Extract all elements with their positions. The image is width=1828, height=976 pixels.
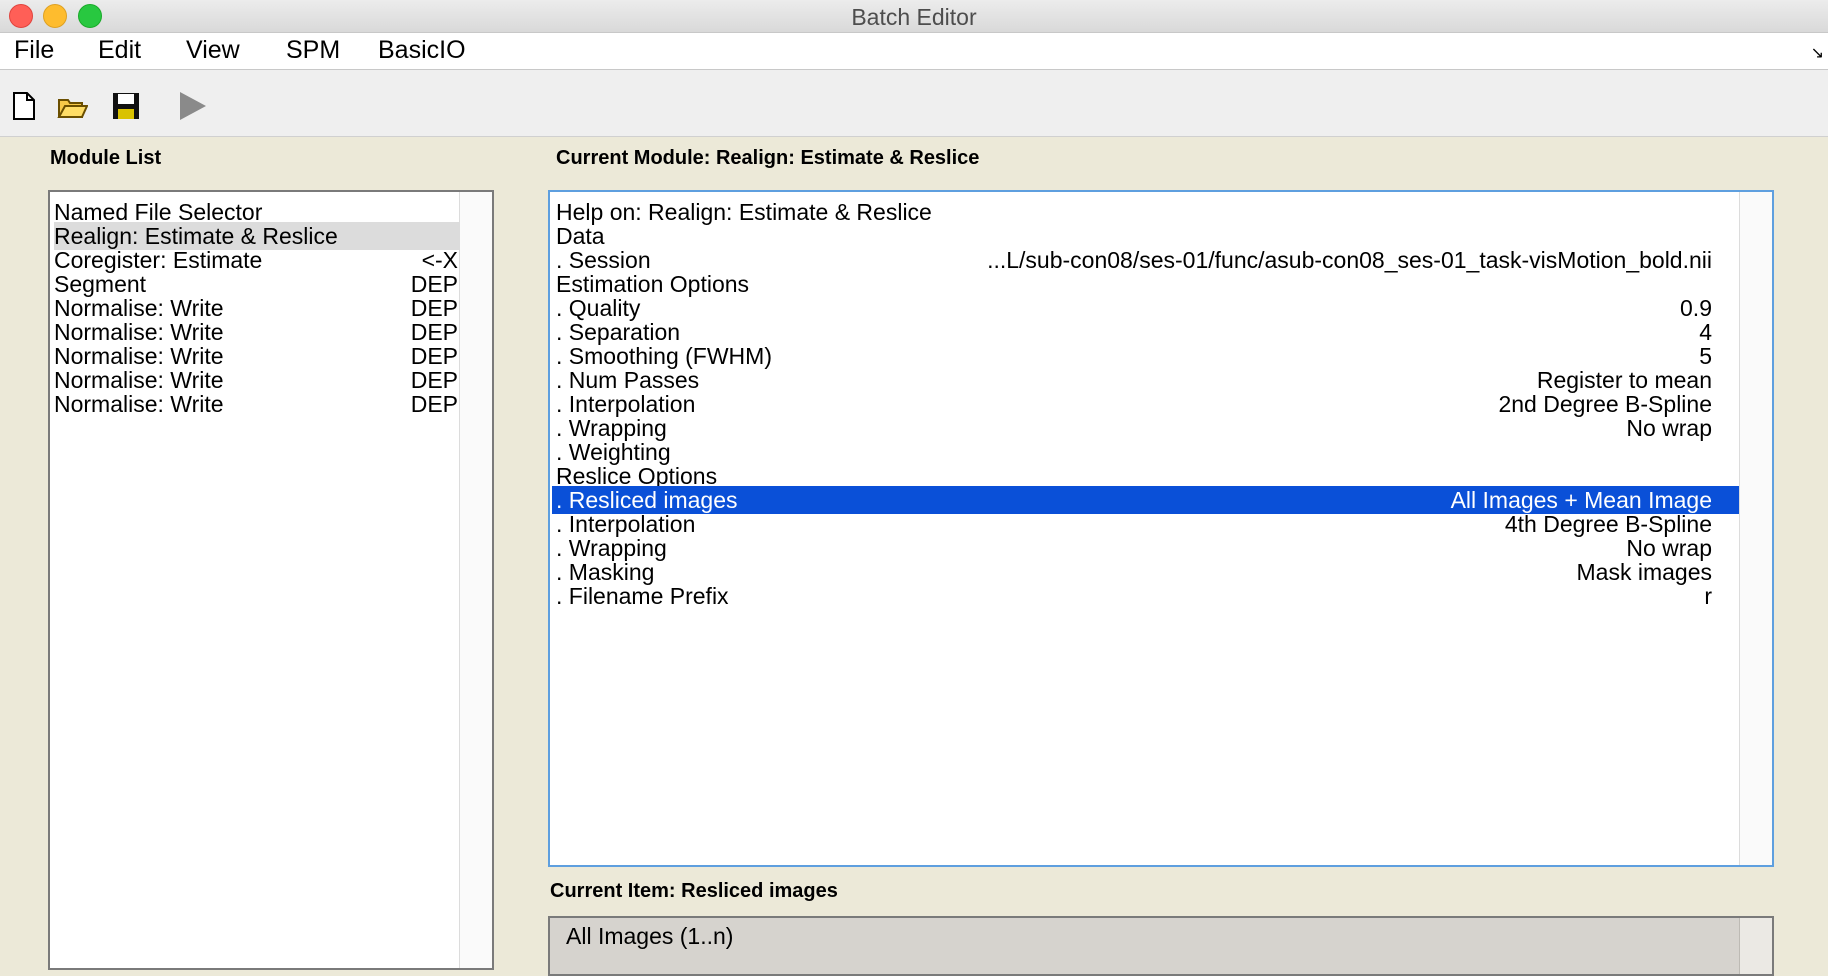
module-list-scrollbar[interactable]	[459, 192, 492, 968]
open-folder-icon[interactable]	[56, 90, 88, 122]
menu-file[interactable]: File	[14, 36, 54, 65]
module-list-label: Module List	[50, 147, 162, 169]
module-setting-row[interactable]: . Filename Prefix r	[552, 582, 1740, 610]
setting-value: r	[1704, 583, 1712, 609]
current-item-panel[interactable]: All Images (1..n)	[548, 916, 1774, 976]
menu-spm[interactable]: SPM	[286, 36, 340, 65]
title-bar: Batch Editor	[0, 0, 1828, 33]
menu-view[interactable]: View	[186, 36, 240, 65]
setting-label: . Filename Prefix	[556, 583, 729, 609]
module-status: DEP	[410, 391, 458, 417]
menu-basicio[interactable]: BasicIO	[378, 36, 466, 65]
module-list[interactable]: Named File Selector Realign: Estimate & R…	[48, 190, 494, 970]
current-item-option[interactable]: All Images (1..n)	[566, 922, 733, 950]
menu-bar: File Edit View SPM BasicIO ↘	[0, 33, 1828, 70]
new-file-icon[interactable]	[8, 90, 40, 122]
module-name: Normalise: Write	[54, 391, 224, 417]
menu-edit[interactable]: Edit	[98, 36, 141, 65]
run-icon[interactable]	[176, 90, 208, 122]
current-item-label: Current Item: Resliced images	[550, 880, 838, 902]
toolbar	[0, 70, 1828, 137]
save-icon[interactable]	[110, 90, 142, 122]
module-list-item[interactable]: Normalise: Write DEP	[54, 390, 464, 418]
current-item-scrollbar[interactable]	[1739, 918, 1772, 974]
current-module-scrollbar[interactable]	[1739, 192, 1772, 865]
current-module-label: Current Module: Realign: Estimate & Resl…	[556, 147, 980, 169]
current-module-panel[interactable]: Help on: Realign: Estimate & Reslice Data…	[548, 190, 1774, 867]
dock-arrow-icon[interactable]: ↘	[1811, 43, 1824, 63]
window-title: Batch Editor	[851, 4, 977, 30]
